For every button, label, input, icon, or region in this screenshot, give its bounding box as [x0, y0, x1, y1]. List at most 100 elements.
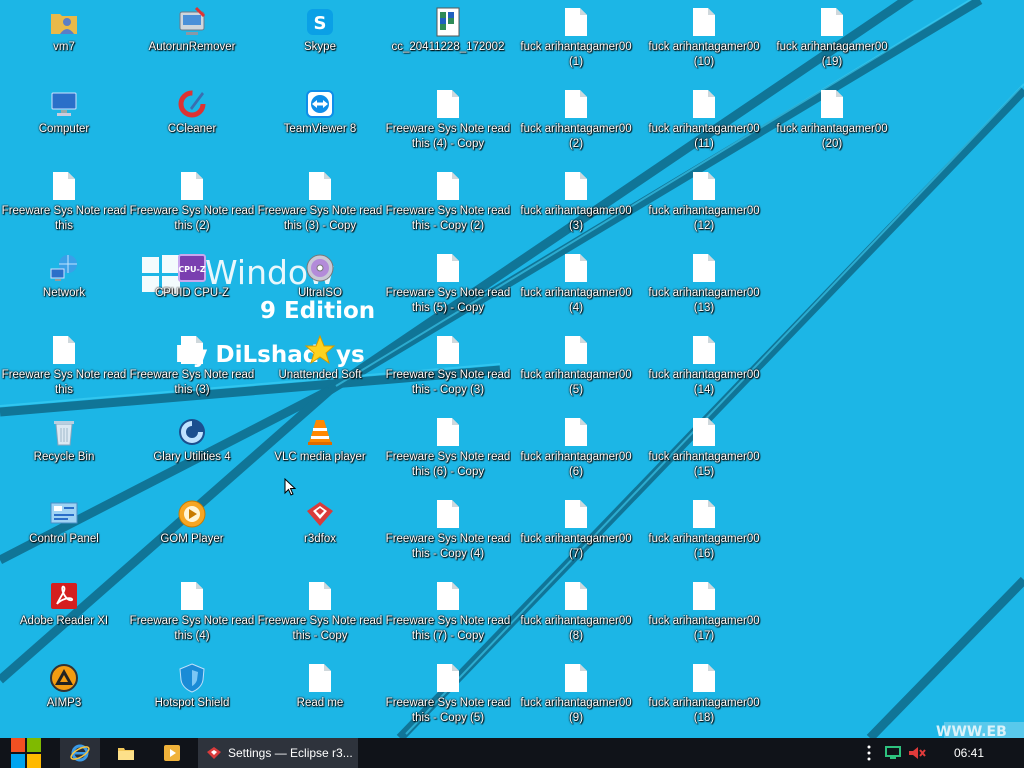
desktop-icon-read-me[interactable]: Read me [256, 656, 384, 738]
blank-file-icon [48, 334, 80, 366]
taskbar-media-player-button[interactable] [152, 738, 192, 768]
desktop-icon-skype[interactable]: S Skype [256, 0, 384, 82]
desktop-icon-glary-utilities-4[interactable]: Glary Utilities 4 [128, 410, 256, 492]
desktop-icon-hotspot-shield[interactable]: Hotspot Shield [128, 656, 256, 738]
blank-file-icon [688, 662, 720, 694]
desktop-icon-fuck-arihantagamer00-17[interactable]: fuck arihantagamer00 (17) [640, 574, 768, 656]
active-task-label: Settings — Eclipse r3... [228, 746, 353, 760]
desktop-icon-recycle-bin[interactable]: Recycle Bin [0, 410, 128, 492]
desktop-icon-ultraiso[interactable]: UltraISO [256, 246, 384, 328]
desktop-icon-label: fuck arihantagamer00 (2) [520, 123, 632, 150]
desktop-icon-label: Freeware Sys Note read this - Copy (3) [385, 369, 511, 396]
tray-volume-button[interactable] [906, 738, 928, 768]
desktop-icon-aimp3[interactable]: AIMP3 [0, 656, 128, 738]
desktop-icon-label: Glary Utilities 4 [153, 451, 231, 463]
blank-file-icon [688, 88, 720, 120]
desktop-icon-freeware-sys-note-read-this-copy-5[interactable]: Freeware Sys Note read this - Copy (5) [384, 656, 512, 738]
desktop-icon-freeware-sys-note-read-this-copy-2[interactable]: Freeware Sys Note read this - Copy (2) [384, 164, 512, 246]
taskbar-clock[interactable]: 06:41 [954, 738, 984, 768]
desktop-icon-label: Freeware Sys Note read this (3) [129, 369, 255, 396]
desktop-icon-fuck-arihantagamer00-11[interactable]: fuck arihantagamer00 (11) [640, 82, 768, 164]
desktop-icon-label: vm7 [53, 41, 75, 53]
desktop-icon-freeware-sys-note-read-this-5-copy[interactable]: Freeware Sys Note read this (5) - Copy [384, 246, 512, 328]
desktop-icon-cc-20411228-172002[interactable]: cc_20411228_172002 [384, 0, 512, 82]
blank-file-icon [560, 416, 592, 448]
desktop-icon-fuck-arihantagamer00-20[interactable]: fuck arihantagamer00 (20) [768, 82, 896, 164]
desktop-icon-label: CCleaner [167, 123, 217, 135]
desktop-icon-freeware-sys-note-read-this-3[interactable]: Freeware Sys Note read this (3) [128, 328, 256, 410]
ccleaner-icon [176, 88, 208, 120]
desktop-icon-unattended-soft[interactable]: Unattended Soft [256, 328, 384, 410]
desktop-icon-fuck-arihantagamer00-4[interactable]: fuck arihantagamer00 (4) [512, 246, 640, 328]
taskbar-file-explorer-button[interactable] [106, 738, 146, 768]
desktop-icon-fuck-arihantagamer00-7[interactable]: fuck arihantagamer00 (7) [512, 492, 640, 574]
desktop-icon-fuck-arihantagamer00-5[interactable]: fuck arihantagamer00 (5) [512, 328, 640, 410]
desktop-icon-fuck-arihantagamer00-1[interactable]: fuck arihantagamer00 (1) [512, 0, 640, 82]
cpuz-icon: CPU-Z [176, 252, 208, 284]
desktop-icon-fuck-arihantagamer00-9[interactable]: fuck arihantagamer00 (9) [512, 656, 640, 738]
desktop-icon-label: fuck arihantagamer00 (12) [648, 205, 760, 232]
desktop-icon-freeware-sys-note-read-this-7-copy[interactable]: Freeware Sys Note read this (7) - Copy [384, 574, 512, 656]
desktop-icon-freeware-sys-note-read-this-2[interactable]: Freeware Sys Note read this (2) [128, 164, 256, 246]
desktop-icon-fuck-arihantagamer00-8[interactable]: fuck arihantagamer00 (8) [512, 574, 640, 656]
desktop-icon-network[interactable]: Network [0, 246, 128, 328]
teamviewer-icon [304, 88, 336, 120]
desktop-icon-freeware-sys-note-read-this-copy-4[interactable]: Freeware Sys Note read this - Copy (4) [384, 492, 512, 574]
desktop-icon-label: AIMP3 [46, 697, 82, 709]
desktop-icon-computer[interactable]: Computer [0, 82, 128, 164]
desktop-icon-freeware-sys-note-read-this[interactable]: Freeware Sys Note read this [0, 328, 128, 410]
desktop-icon-fuck-arihantagamer00-10[interactable]: fuck arihantagamer00 (10) [640, 0, 768, 82]
desktop-icon-freeware-sys-note-read-this-copy[interactable]: Freeware Sys Note read this - Copy [256, 574, 384, 656]
desktop-icon-autorunremover[interactable]: AutorunRemover [128, 0, 256, 82]
desktop-icon-fuck-arihantagamer00-3[interactable]: fuck arihantagamer00 (3) [512, 164, 640, 246]
ultraiso-icon [304, 252, 336, 284]
desktop-icon-fuck-arihantagamer00-15[interactable]: fuck arihantagamer00 (15) [640, 410, 768, 492]
desktop-icon-fuck-arihantagamer00-6[interactable]: fuck arihantagamer00 (6) [512, 410, 640, 492]
desktop-icon-teamviewer-8[interactable]: TeamViewer 8 [256, 82, 384, 164]
r3dfox-icon [207, 747, 221, 759]
tray-network-button[interactable] [882, 738, 904, 768]
desktop-icon-vm7[interactable]: vm7 [0, 0, 128, 82]
desktop-icon-fuck-arihantagamer00-19[interactable]: fuck arihantagamer00 (19) [768, 0, 896, 82]
desktop-icon-freeware-sys-note-read-this-4-copy[interactable]: Freeware Sys Note read this (4) - Copy [384, 82, 512, 164]
blank-file-icon [432, 662, 464, 694]
desktop-icon-freeware-sys-note-read-this[interactable]: Freeware Sys Note read this [0, 164, 128, 246]
desktop-icon-adobe-reader-xi[interactable]: Adobe Reader XI [0, 574, 128, 656]
blank-file-icon [688, 252, 720, 284]
desktop-icon-freeware-sys-note-read-this-6-copy[interactable]: Freeware Sys Note read this (6) - Copy [384, 410, 512, 492]
taskbar-internet-explorer-button[interactable] [60, 738, 100, 768]
desktop-icon-label: Freeware Sys Note read this [1, 205, 127, 232]
desktop-icon-fuck-arihantagamer00-13[interactable]: fuck arihantagamer00 (13) [640, 246, 768, 328]
blank-file-icon [176, 170, 208, 202]
desktop-icon-vlc-media-player[interactable]: VLC media player [256, 410, 384, 492]
desktop-icon-fuck-arihantagamer00-18[interactable]: fuck arihantagamer00 (18) [640, 656, 768, 738]
desktop-icon-control-panel[interactable]: Control Panel [0, 492, 128, 574]
blank-file-icon [816, 6, 848, 38]
desktop-icon-label: fuck arihantagamer00 (7) [520, 533, 632, 560]
taskbar: Settings — Eclipse r3... 06:41 [0, 738, 1024, 768]
desktop-icon-cpuid-cpu-z[interactable]: CPU-Z CPUID CPU-Z [128, 246, 256, 328]
desktop-icon-label: fuck arihantagamer00 (6) [520, 451, 632, 478]
svg-text:S: S [314, 13, 327, 34]
desktop-icon-label: Freeware Sys Note read this - Copy (5) [385, 697, 511, 724]
desktop-icon-label: Freeware Sys Note read this [1, 369, 127, 396]
blank-file-icon [48, 170, 80, 202]
tray-overflow-button[interactable] [862, 738, 876, 768]
desktop-icon-label: fuck arihantagamer00 (10) [648, 41, 760, 68]
desktop-icon-ccleaner[interactable]: CCleaner [128, 82, 256, 164]
desktop-icon-r3dfox[interactable]: r3dfox [256, 492, 384, 574]
start-button[interactable] [0, 738, 52, 768]
desktop-icon-gom-player[interactable]: GOM Player [128, 492, 256, 574]
desktop-icon-fuck-arihantagamer00-2[interactable]: fuck arihantagamer00 (2) [512, 82, 640, 164]
taskbar-active-task[interactable]: Settings — Eclipse r3... [198, 738, 358, 768]
desktop-icon-freeware-sys-note-read-this-4[interactable]: Freeware Sys Note read this (4) [128, 574, 256, 656]
registry-file-icon [432, 6, 464, 38]
desktop-icon-label: fuck arihantagamer00 (4) [520, 287, 632, 314]
desktop-icon-fuck-arihantagamer00-16[interactable]: fuck arihantagamer00 (16) [640, 492, 768, 574]
blank-file-icon [816, 88, 848, 120]
desktop-icon-label: r3dfox [304, 533, 336, 545]
desktop-icon-freeware-sys-note-read-this-3-copy[interactable]: Freeware Sys Note read this (3) - Copy [256, 164, 384, 246]
desktop-icon-fuck-arihantagamer00-12[interactable]: fuck arihantagamer00 (12) [640, 164, 768, 246]
desktop-icon-fuck-arihantagamer00-14[interactable]: fuck arihantagamer00 (14) [640, 328, 768, 410]
desktop-icon-freeware-sys-note-read-this-copy-3[interactable]: Freeware Sys Note read this - Copy (3) [384, 328, 512, 410]
